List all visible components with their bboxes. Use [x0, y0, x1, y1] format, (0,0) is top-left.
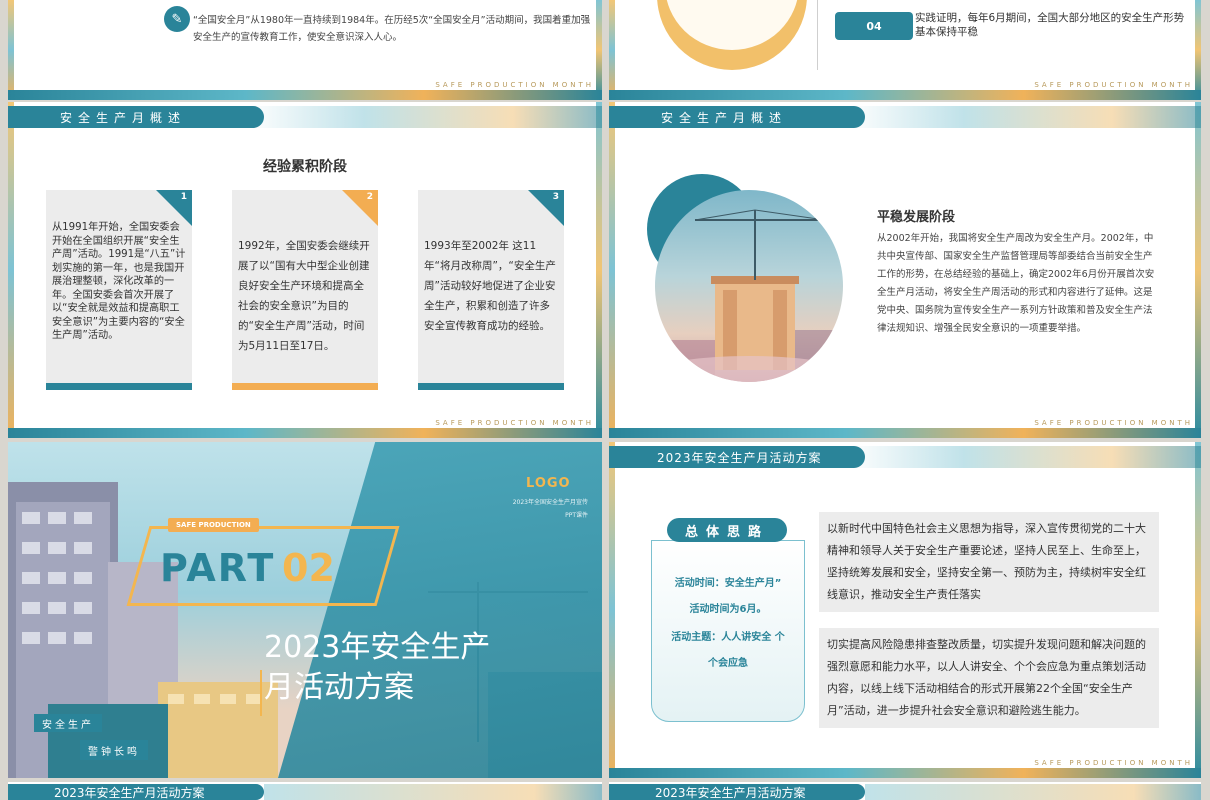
slide-thumbnail-8[interactable]: 2023年安全生产月活动方案: [609, 782, 1201, 800]
logo-subtitle: 2023年全国安全生产月宣传 PPT课件: [468, 496, 588, 522]
info-line-4: 个会应急: [708, 658, 748, 669]
card-bar: [232, 383, 378, 390]
logo: LOGO: [526, 476, 571, 491]
slide1-text: “全国安全月”从1980年一直持续到1984年。在历经5次“全国安全月”活动期间…: [193, 15, 591, 43]
slide-thumbnail-2[interactable]: 04 实践证明，每年6月期间，全国大部分地区的安全生产形势基本保持平稳 SAFE…: [609, 0, 1201, 100]
slide-thumbnail-1[interactable]: ✎ “全国安全月”从1980年一直持续到1984年。在历经5次“全国安全月”活动…: [8, 0, 602, 100]
stage-card-1: 1 从1991年开始，全国安委会开始在全国组织开展“安全生产周”活动。1991是…: [46, 190, 192, 390]
slide-header: 2023年安全生产月活动方案: [8, 784, 264, 800]
footer-bar: [609, 428, 1201, 438]
footer-text: SAFE PRODUCTION MONTH: [1034, 81, 1193, 89]
footer-text: SAFE PRODUCTION MONTH: [435, 419, 594, 427]
footer-text: SAFE PRODUCTION MONTH: [435, 81, 594, 89]
slide-header: 2023年安全生产月活动方案: [609, 784, 865, 800]
footer-bar: [8, 428, 602, 438]
slide-title: 平稳发展阶段: [877, 210, 956, 225]
stage-card-2: 2 1992年，全国安委会继续开展了以“国有大中型企业创建良好安全生产环境和提高…: [232, 190, 378, 390]
footer-bar: [609, 90, 1201, 100]
slide2-text: 实践证明，每年6月期间，全国大部分地区的安全生产形势基本保持平稳: [915, 12, 1185, 38]
card-number: 3: [552, 192, 559, 202]
section-title-line2: 月活动方案: [264, 670, 414, 705]
slide-thumbnail-3[interactable]: 安全生产月概述 经验累积阶段 1 从1991年开始，全国安委会开始在全国组织开展…: [8, 102, 602, 438]
footer-text: SAFE PRODUCTION MONTH: [1034, 419, 1193, 427]
slide-thumbnail-6[interactable]: 2023年安全生产月活动方案 活动时间：安全生产月” 活动时间为6月。 活动主题…: [609, 442, 1201, 778]
card-text: 1993年至2002年 这11年“将月改称周”，“安全生产周”活动较好地促进了企…: [424, 240, 556, 332]
slide-header: 安全生产月概述: [609, 106, 865, 128]
slide-thumbnail-4[interactable]: 安全生产月概述 平稳发展阶段 从2002年开始，我国将安全生产周改为安全生产月。…: [609, 102, 1201, 438]
frame-right: [596, 0, 602, 100]
logo-subtitle-line2: PPT课件: [565, 512, 588, 519]
overall-idea-pill: 总体思路: [667, 518, 787, 542]
header-line: [264, 784, 602, 800]
card-number: 2: [366, 192, 373, 202]
section-title-line1: 2023年安全生产: [264, 630, 491, 665]
frame-left: [8, 102, 14, 438]
header-line: [865, 784, 1201, 800]
slide-title: 经验累积阶段: [263, 159, 347, 175]
crane-illustration-icon: [655, 209, 843, 382]
slide-grid: ✎ “全国安全月”从1980年一直持续到1984年。在历经5次“全国安全月”活动…: [0, 0, 1210, 800]
part-number: 02: [282, 546, 335, 590]
title-accent-line: [260, 670, 262, 716]
card-bar: [418, 383, 564, 390]
construction-image: [655, 190, 843, 382]
frame-left: [609, 0, 615, 100]
tag-icon: ✎: [164, 6, 190, 32]
content-box-1: 以新时代中国特色社会主义思想为指导，深入宣传贯彻党的二十大精神和领导人关于安全生…: [819, 512, 1159, 612]
slide-header: 安全生产月概述: [8, 106, 264, 128]
logo-subtitle-line1: 2023年全国安全生产月宣传: [512, 499, 588, 506]
safe-production-tag: SAFE PRODUCTION: [168, 518, 259, 532]
slide-thumbnail-7[interactable]: 2023年安全生产月活动方案: [8, 782, 602, 800]
card-number: 1: [180, 192, 187, 202]
info-line-3: 活动主题：人人讲安全 个: [671, 632, 785, 643]
frame-right: [1195, 442, 1201, 778]
card-text: 从1991年开始，全国安委会开始在全国组织开展“安全生产周”活动。1991是“八…: [52, 222, 186, 341]
divider: [817, 0, 818, 70]
content-box-2: 切实提高风险隐患排查整改质量，切实提升发现问题和解决问题的强烈意愿和能力水平，以…: [819, 628, 1159, 728]
card-bar: [46, 383, 192, 390]
info-line-2: 活动时间为6月。: [689, 604, 767, 615]
slide-header: 2023年安全生产月活动方案: [609, 446, 865, 468]
footer-bar: [609, 768, 1201, 778]
frame-right: [596, 102, 602, 438]
card-text: 1992年，全国安委会继续开展了以“国有大中型企业创建良好安全生产环境和提高全社…: [238, 240, 370, 352]
slide-text: 从2002年开始，我国将安全生产周改为安全生产月。2002年，中共中央宣传部、国…: [877, 233, 1155, 334]
stage-card-3: 3 1993年至2002年 这11年“将月改称周”，“安全生产周”活动较好地促进…: [418, 190, 564, 390]
label-alarm: 警钟长鸣: [80, 740, 148, 760]
frame-right: [1195, 0, 1201, 100]
frame-left: [609, 442, 615, 778]
label-safety: 安全生产: [34, 714, 102, 732]
frame-right: [1195, 102, 1201, 438]
footer-text: SAFE PRODUCTION MONTH: [1034, 759, 1193, 767]
frame-left: [609, 102, 615, 438]
step-number-badge: 04: [835, 12, 913, 40]
part-label: PART: [160, 546, 276, 590]
frame-left: [8, 0, 14, 100]
info-line-1: 活动时间：安全生产月”: [674, 578, 782, 589]
footer-bar: [8, 90, 602, 100]
slide-thumbnail-5[interactable]: LOGO 2023年全国安全生产月宣传 PPT课件 SAFE PRODUCTIO…: [8, 442, 602, 778]
info-box: 活动时间：安全生产月” 活动时间为6月。 活动主题：人人讲安全 个 个会应急: [651, 540, 805, 722]
section-title: 2023年安全生产 月活动方案: [264, 628, 544, 708]
